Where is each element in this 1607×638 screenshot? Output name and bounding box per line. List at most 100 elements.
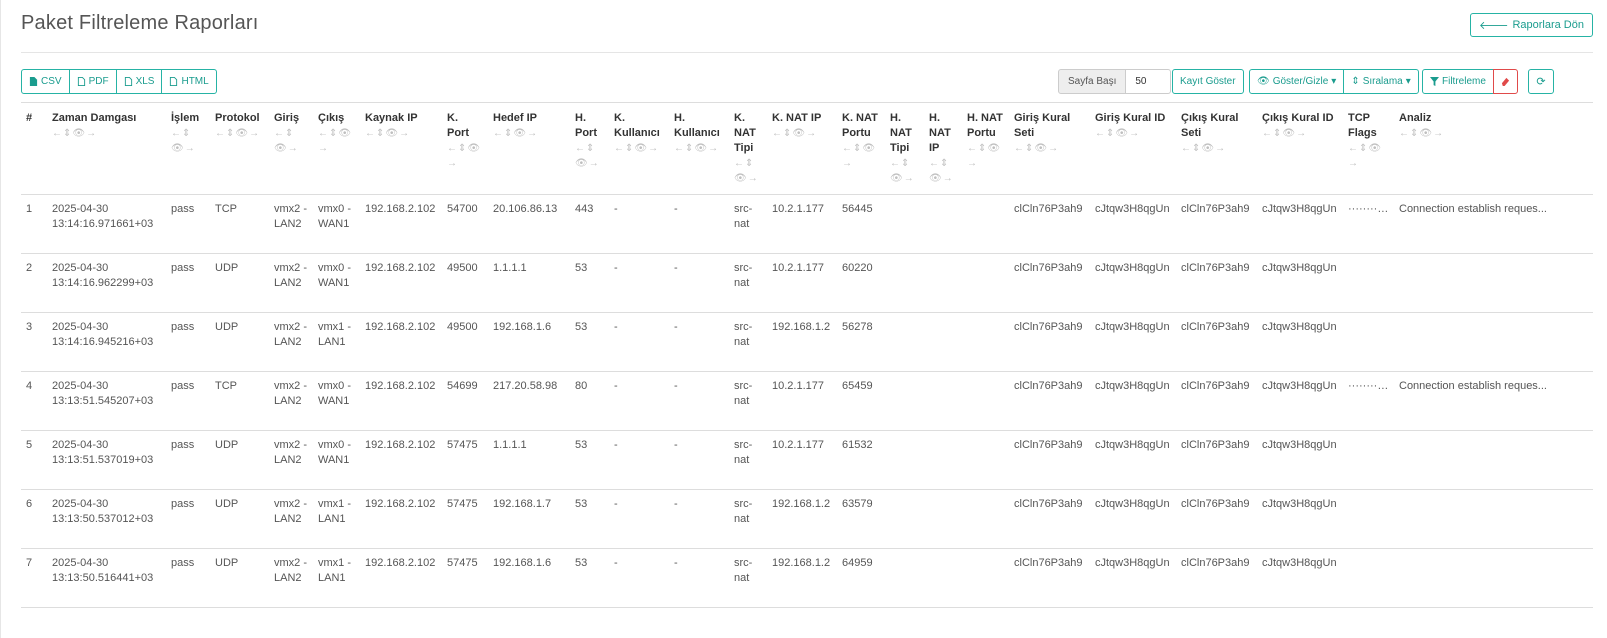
table-cell: 65459 bbox=[837, 371, 885, 431]
column-controls-icon[interactable]: ←⇕👁→ bbox=[772, 126, 832, 141]
table-cell: src-nat bbox=[729, 312, 767, 372]
column-controls-icon[interactable]: ←⇕👁→ bbox=[274, 126, 308, 156]
column-header[interactable]: İşlem ←⇕👁→ bbox=[166, 102, 210, 195]
column-header-label: # bbox=[26, 112, 33, 124]
table-cell bbox=[924, 194, 962, 254]
column-controls-icon[interactable]: ←⇕👁→ bbox=[1348, 141, 1389, 171]
export-pdf-button[interactable]: PDF bbox=[68, 69, 117, 94]
clear-filter-button[interactable] bbox=[1492, 69, 1518, 94]
back-to-reports-button[interactable]: 🡐 Raporlara Dön bbox=[1469, 13, 1593, 37]
column-header[interactable]: Çıkış ←⇕👁→ bbox=[313, 102, 360, 195]
column-controls-icon[interactable]: ←⇕👁→ bbox=[929, 156, 957, 186]
column-controls-icon[interactable]: ←⇕👁→ bbox=[674, 141, 724, 156]
show-records-button[interactable]: Kayıt Göster bbox=[1172, 69, 1244, 94]
column-controls-icon[interactable]: ←⇕👁→ bbox=[447, 141, 483, 171]
table-row[interactable]: 1 2025-04-30 13:14:16.971661+03 pass TCP vmx… bbox=[21, 194, 1593, 254]
column-controls-icon[interactable]: ←⇕👁→ bbox=[171, 126, 205, 156]
export-xls-button[interactable]: XLS bbox=[115, 69, 163, 94]
column-header[interactable]: Giriş Kural ID ←⇕👁→ bbox=[1090, 102, 1176, 195]
column-header[interactable]: Analiz ←⇕👁→ bbox=[1394, 102, 1593, 195]
column-header[interactable]: K. Kullanıcı ←⇕👁→ bbox=[609, 102, 669, 195]
refresh-button[interactable]: ⟳ bbox=[1528, 69, 1554, 94]
column-header[interactable]: TCP Flags ←⇕👁→ bbox=[1343, 102, 1394, 195]
column-controls-icon[interactable]: ←⇕👁→ bbox=[1014, 141, 1085, 156]
column-header[interactable]: Hedef IP ←⇕👁→ bbox=[488, 102, 570, 195]
column-controls-icon[interactable]: ←⇕👁→ bbox=[52, 126, 161, 141]
table-cell: vmx0 - WAN1 bbox=[313, 430, 360, 490]
column-header[interactable]: K. Port ←⇕👁→ bbox=[442, 102, 488, 195]
column-controls-icon[interactable]: ←⇕👁→ bbox=[842, 141, 880, 171]
export-html-button[interactable]: HTML bbox=[161, 69, 217, 94]
table-cell: 7 bbox=[21, 548, 47, 608]
column-header-label: H. NAT Portu bbox=[967, 112, 1003, 139]
table-cell bbox=[924, 371, 962, 431]
column-controls-icon[interactable]: ←⇕👁→ bbox=[967, 141, 1004, 171]
table-cell bbox=[962, 548, 1009, 608]
column-header[interactable]: H. NAT IP ←⇕👁→ bbox=[924, 102, 962, 195]
filter-button[interactable]: Filtreleme bbox=[1422, 69, 1494, 94]
column-controls-icon[interactable]: ←⇕👁→ bbox=[734, 156, 762, 186]
table-row[interactable]: 5 2025-04-30 13:13:51.537019+03 pass UDP vmx… bbox=[21, 430, 1593, 490]
table-row[interactable]: 4 2025-04-30 13:13:51.545207+03 pass TCP vmx… bbox=[21, 371, 1593, 431]
table-cell: vmx2 - LAN2 bbox=[269, 194, 313, 254]
table-row[interactable]: 7 2025-04-30 13:13:50.516441+03 pass UDP vmx… bbox=[21, 548, 1593, 608]
filter-label: Filtreleme bbox=[1442, 76, 1486, 87]
column-controls-icon[interactable]: ←⇕👁→ bbox=[614, 141, 664, 156]
show-hide-columns-button[interactable]: 👁 Göster/Gizle ▾ bbox=[1249, 69, 1345, 94]
table-cell: clCln76P3ah9 bbox=[1176, 371, 1257, 431]
column-header-label: Protokol bbox=[215, 112, 260, 124]
column-controls-icon[interactable]: ←⇕👁→ bbox=[890, 156, 919, 186]
column-header-label: Çıkış Kural Seti bbox=[1181, 112, 1239, 139]
column-header[interactable]: H. NAT Tipi ←⇕👁→ bbox=[885, 102, 924, 195]
column-controls-icon[interactable]: ←⇕👁→ bbox=[1399, 126, 1588, 141]
column-header[interactable]: K. NAT Tipi ←⇕👁→ bbox=[729, 102, 767, 195]
refresh-icon: ⟳ bbox=[1536, 76, 1546, 88]
table-cell: - bbox=[609, 548, 669, 608]
column-header[interactable]: Kaynak IP ←⇕👁→ bbox=[360, 102, 442, 195]
column-header[interactable]: H. NAT Portu ←⇕👁→ bbox=[962, 102, 1009, 195]
table-cell: pass bbox=[166, 371, 210, 431]
table-cell: - bbox=[669, 371, 729, 431]
table-cell: cJtqw3H8qgUn bbox=[1090, 371, 1176, 431]
column-header[interactable]: H. Kullanıcı ←⇕👁→ bbox=[669, 102, 729, 195]
per-page-input[interactable] bbox=[1126, 69, 1172, 94]
column-controls-icon[interactable]: ←⇕👁→ bbox=[365, 126, 437, 141]
column-header[interactable]: Zaman Damgası ←⇕👁→ bbox=[47, 102, 166, 195]
column-header[interactable]: Giriş Kural Seti ←⇕👁→ bbox=[1009, 102, 1090, 195]
column-controls-icon[interactable]: ←⇕👁→ bbox=[493, 126, 565, 141]
table-cell: 2 bbox=[21, 253, 47, 313]
column-header-label: H. NAT IP bbox=[929, 112, 951, 154]
column-controls-icon[interactable]: ←⇕👁→ bbox=[318, 126, 355, 156]
table-cell: clCln76P3ah9 bbox=[1176, 253, 1257, 313]
export-csv-button[interactable]: CSV bbox=[21, 69, 70, 94]
table-cell: 53 bbox=[570, 312, 609, 372]
column-header-label: Giriş Kural Seti bbox=[1014, 112, 1071, 139]
table-row[interactable]: 2 2025-04-30 13:14:16.962299+03 pass UDP vmx… bbox=[21, 253, 1593, 313]
column-header[interactable]: K. NAT IP ←⇕👁→ bbox=[767, 102, 837, 195]
eraser-icon bbox=[1501, 77, 1510, 86]
column-header[interactable]: Protokol ←⇕👁→ bbox=[210, 102, 269, 195]
file-csv-icon bbox=[29, 77, 38, 86]
column-header[interactable]: Giriş ←⇕👁→ bbox=[269, 102, 313, 195]
table-row[interactable]: 3 2025-04-30 13:14:16.945216+03 pass UDP vmx… bbox=[21, 312, 1593, 372]
sort-button[interactable]: ⇕ Sıralama ▾ bbox=[1343, 69, 1419, 94]
table-cell bbox=[1394, 430, 1593, 490]
column-header[interactable]: # bbox=[21, 102, 47, 195]
column-header[interactable]: K. NAT Portu ←⇕👁→ bbox=[837, 102, 885, 195]
table-cell: 53 bbox=[570, 253, 609, 313]
column-header-label: Zaman Damgası bbox=[52, 112, 137, 124]
per-page-control: Sayfa Başı bbox=[1058, 69, 1172, 94]
column-controls-icon[interactable]: ←⇕👁→ bbox=[575, 141, 604, 171]
column-header-label: Giriş Kural ID bbox=[1095, 112, 1166, 124]
table-row[interactable]: 6 2025-04-30 13:13:50.537012+03 pass UDP vmx… bbox=[21, 489, 1593, 549]
column-controls-icon[interactable]: ←⇕👁→ bbox=[1181, 141, 1252, 156]
table-cell bbox=[1343, 489, 1394, 549]
table-cell: vmx2 - LAN2 bbox=[269, 253, 313, 313]
column-controls-icon[interactable]: ←⇕👁→ bbox=[1095, 126, 1171, 141]
column-controls-icon[interactable]: ←⇕👁→ bbox=[1262, 126, 1338, 141]
column-header[interactable]: H. Port ←⇕👁→ bbox=[570, 102, 609, 195]
column-controls-icon[interactable]: ←⇕👁→ bbox=[215, 126, 264, 141]
table-cell: pass bbox=[166, 312, 210, 372]
column-header[interactable]: Çıkış Kural Seti ←⇕👁→ bbox=[1176, 102, 1257, 195]
column-header[interactable]: Çıkış Kural ID ←⇕👁→ bbox=[1257, 102, 1343, 195]
